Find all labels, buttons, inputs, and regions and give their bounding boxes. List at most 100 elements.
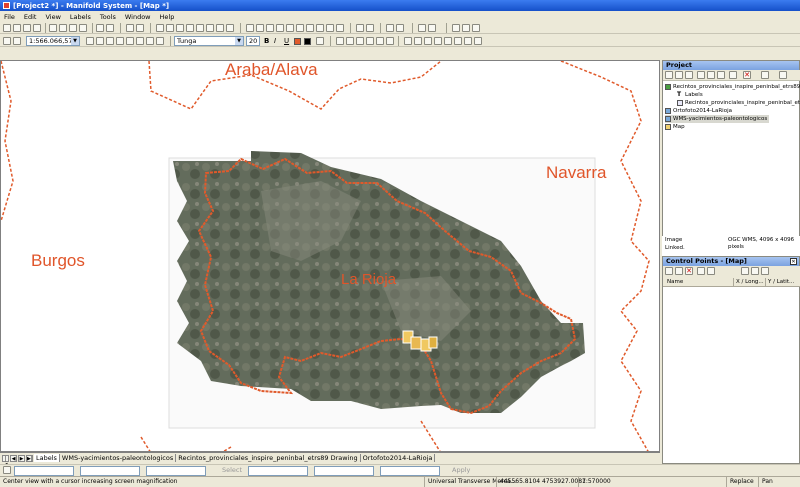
cut-icon[interactable] bbox=[49, 24, 57, 32]
label-priority-icon[interactable] bbox=[444, 37, 452, 45]
next-tab-icon[interactable]: ▶ bbox=[18, 454, 25, 462]
select-column-combo[interactable] bbox=[380, 466, 440, 476]
select-lasso-icon[interactable] bbox=[176, 24, 184, 32]
print-preview-icon[interactable] bbox=[136, 24, 144, 32]
tab-ortofoto[interactable]: Ortofoto2014-LaRioja bbox=[361, 454, 436, 462]
forward-icon[interactable] bbox=[13, 37, 21, 45]
last-tab-icon[interactable]: ▶| bbox=[26, 454, 33, 462]
label-style-icon[interactable] bbox=[434, 37, 442, 45]
apply-button[interactable]: Apply bbox=[452, 466, 470, 474]
zoom-to-fit-icon[interactable] bbox=[106, 37, 114, 45]
resize-icon[interactable] bbox=[424, 37, 432, 45]
layers-icon[interactable] bbox=[452, 24, 460, 32]
show-names-icon[interactable] bbox=[741, 267, 749, 275]
select-none-icon[interactable] bbox=[216, 24, 224, 32]
align-left-icon[interactable] bbox=[336, 37, 344, 45]
zoom-out-icon[interactable] bbox=[96, 37, 104, 45]
select-button[interactable]: Select bbox=[222, 466, 242, 474]
paste-icon[interactable] bbox=[69, 24, 77, 32]
scale-combo[interactable]: 1:566.066,57 ▼ bbox=[26, 36, 80, 46]
add-point-icon[interactable] bbox=[665, 267, 673, 275]
move-point-icon[interactable] bbox=[675, 267, 683, 275]
help-icon[interactable] bbox=[472, 24, 480, 32]
column-x-long[interactable]: X / Long... bbox=[733, 278, 764, 287]
print-icon[interactable] bbox=[126, 24, 134, 32]
zoom-selection-icon[interactable] bbox=[116, 37, 124, 45]
new-component-icon[interactable] bbox=[665, 71, 673, 79]
tree-item-recintos-table[interactable]: Recintos_provinciales_inspire_peninbal_e… bbox=[677, 99, 800, 107]
select-touching-icon[interactable] bbox=[186, 24, 194, 32]
menu-labels[interactable]: Labels bbox=[68, 13, 93, 21]
tab-labels[interactable]: Labels bbox=[34, 454, 60, 462]
options-icon[interactable] bbox=[751, 267, 759, 275]
snap-options-icon[interactable] bbox=[366, 24, 374, 32]
component-icon[interactable] bbox=[462, 24, 470, 32]
text-color-swatch[interactable] bbox=[294, 38, 301, 45]
align-middle-icon[interactable] bbox=[376, 37, 384, 45]
select-target-combo[interactable] bbox=[248, 466, 308, 476]
column-name[interactable]: Name bbox=[667, 278, 683, 287]
new-icon[interactable] bbox=[3, 24, 11, 32]
query-value-combo[interactable] bbox=[146, 466, 206, 476]
select-contained-icon[interactable] bbox=[196, 24, 204, 32]
label-center-icon[interactable] bbox=[474, 37, 482, 45]
halo-icon[interactable] bbox=[316, 37, 324, 45]
italic-button[interactable]: I bbox=[274, 37, 276, 45]
menu-tools[interactable]: Tools bbox=[98, 13, 118, 21]
select-mode-combo[interactable] bbox=[314, 466, 374, 476]
zoom-previous-icon[interactable] bbox=[136, 37, 144, 45]
link-points-icon[interactable] bbox=[761, 267, 769, 275]
query-back-icon[interactable] bbox=[3, 466, 11, 474]
open-icon[interactable] bbox=[13, 24, 21, 32]
column-y-lat[interactable]: Y / Latit... bbox=[765, 278, 794, 287]
select-all-icon[interactable] bbox=[206, 24, 214, 32]
chevron-down-icon[interactable]: ▼ bbox=[235, 37, 243, 45]
delete-component-icon[interactable]: ✕ bbox=[743, 71, 751, 79]
first-tab-icon[interactable]: |◀ bbox=[2, 454, 9, 468]
tree-item-labels[interactable]: T Labels bbox=[677, 91, 703, 99]
redo-icon[interactable] bbox=[106, 24, 114, 32]
bold-button[interactable]: B bbox=[264, 37, 269, 45]
delete-icon[interactable] bbox=[79, 24, 87, 32]
tree-item-wms[interactable]: WMS-yacimientos-paleontologicos bbox=[665, 115, 770, 123]
undo-icon[interactable] bbox=[96, 24, 104, 32]
save-all-icon[interactable] bbox=[33, 24, 41, 32]
close-icon[interactable] bbox=[386, 24, 394, 32]
stop-icon[interactable] bbox=[396, 24, 404, 32]
deselect-points-icon[interactable] bbox=[707, 267, 715, 275]
menu-view[interactable]: View bbox=[43, 13, 62, 21]
align-center-icon[interactable] bbox=[346, 37, 354, 45]
tab-recintos-drawing[interactable]: Recintos_provinciales_inspire_peninbal_e… bbox=[176, 454, 361, 462]
link-icon[interactable] bbox=[729, 71, 737, 79]
save-component-icon[interactable] bbox=[685, 71, 693, 79]
menu-help[interactable]: Help bbox=[158, 13, 177, 21]
snap-icon[interactable] bbox=[356, 24, 364, 32]
zoom-window-icon[interactable] bbox=[336, 24, 344, 32]
transform-icon[interactable] bbox=[326, 24, 334, 32]
grid-tool-icon[interactable] bbox=[316, 24, 324, 32]
back-icon[interactable] bbox=[3, 37, 11, 45]
copy-component-icon[interactable] bbox=[707, 71, 715, 79]
sort-icon[interactable] bbox=[779, 71, 787, 79]
query-icon[interactable] bbox=[418, 24, 426, 32]
cut-component-icon[interactable] bbox=[697, 71, 705, 79]
properties-icon[interactable] bbox=[761, 71, 769, 79]
delete-point-icon[interactable]: ✕ bbox=[685, 267, 693, 275]
line-tool-icon[interactable] bbox=[256, 24, 264, 32]
chevron-down-icon[interactable]: ▼ bbox=[71, 37, 79, 45]
save-icon[interactable] bbox=[23, 24, 31, 32]
font-combo[interactable]: Tunga ▼ bbox=[174, 36, 244, 46]
menu-window[interactable]: Window bbox=[123, 13, 153, 21]
copy-icon[interactable] bbox=[59, 24, 67, 32]
query-field-combo[interactable] bbox=[14, 466, 74, 476]
align-bottom-icon[interactable] bbox=[386, 37, 394, 45]
zoom-in-icon[interactable] bbox=[86, 37, 94, 45]
label-tool-icon[interactable] bbox=[296, 24, 304, 32]
select-box-icon[interactable] bbox=[166, 24, 174, 32]
paste-component-icon[interactable] bbox=[717, 71, 725, 79]
rotate-icon[interactable] bbox=[404, 37, 412, 45]
refresh-icon[interactable] bbox=[156, 37, 164, 45]
center-icon[interactable] bbox=[146, 37, 154, 45]
point-tool-icon[interactable] bbox=[246, 24, 254, 32]
move-icon[interactable] bbox=[414, 37, 422, 45]
